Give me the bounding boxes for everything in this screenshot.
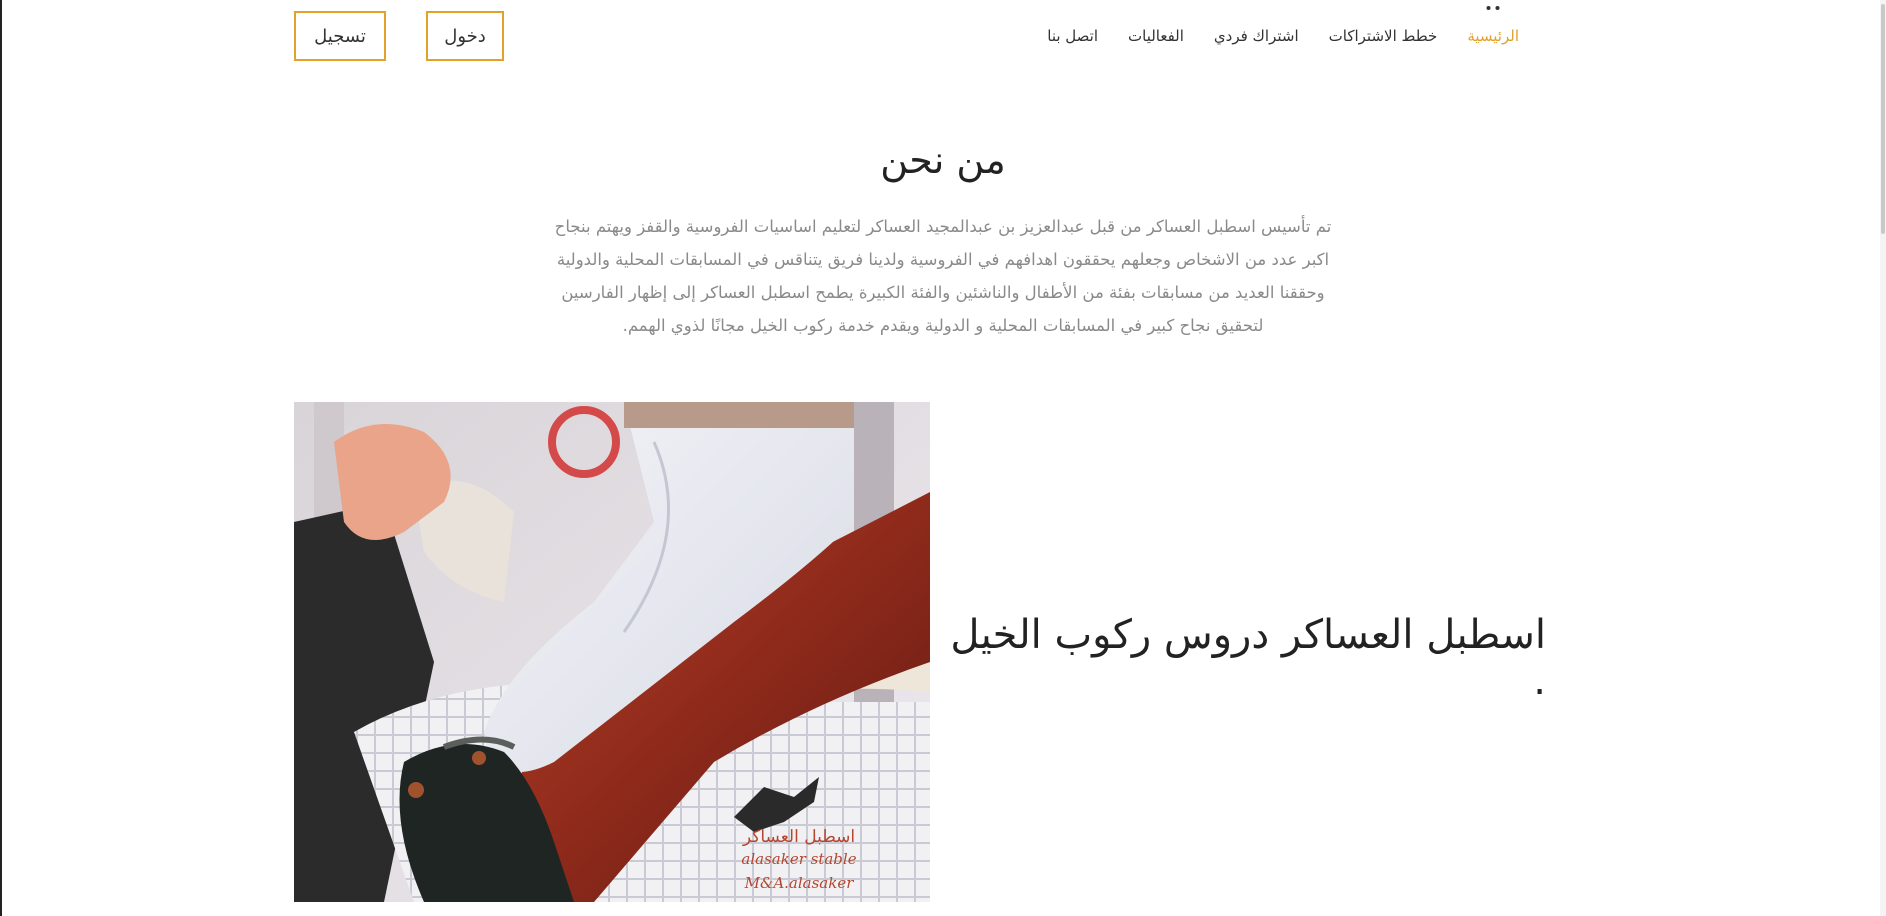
logo-latin-text: alasaker stable — [741, 850, 856, 868]
about-description: تم تأسيس اسطبل العساكر من قبل عبدالعزيز … — [508, 210, 1378, 342]
site-header: الرئيسية خطط الاشتراكات اشتراك فردي الفع… — [0, 0, 1886, 72]
main-nav: الرئيسية خطط الاشتراكات اشتراك فردي الفع… — [1017, 6, 1519, 50]
about-line: تم تأسيس اسطبل العساكر من قبل عبدالعزيز … — [554, 217, 1332, 236]
nav-item-home[interactable]: الرئيسية — [1467, 6, 1519, 50]
nav-item-label: خطط الاشتراكات — [1328, 27, 1438, 45]
riding-saddle-photo: اسطبل العساكر alasaker stable M&A.alasak… — [294, 402, 930, 902]
nav-item-label: اتصل بنا — [1047, 27, 1098, 45]
nav-item-individual-subscription[interactable]: اشتراك فردي — [1214, 22, 1299, 50]
about-title: من نحن — [880, 138, 1006, 182]
logo-initials-text: M&A.alasaker — [744, 874, 855, 892]
riding-saddle-illustration: اسطبل العساكر alasaker stable M&A.alasak… — [294, 402, 930, 902]
active-indicator-dots — [1486, 6, 1500, 10]
feature-heading: اسطبل العساكر دروس ركوب الخيل . — [950, 612, 1546, 704]
login-button[interactable]: دخول — [426, 11, 504, 61]
about-line: لتحقيق نجاح كبير في المسابقات المحلية و … — [622, 316, 1264, 335]
logo-arabic-text: اسطبل العساكر — [742, 827, 855, 847]
nav-item-label: الفعاليات — [1128, 27, 1184, 45]
nav-item-subscription-plans[interactable]: خطط الاشتراكات — [1329, 22, 1438, 50]
nav-item-label: اشتراك فردي — [1213, 27, 1299, 45]
register-button[interactable]: تسجيل — [294, 11, 386, 61]
auth-buttons: تسجيل دخول — [294, 11, 504, 61]
about-line: وحققنا العديد من مسابقات بفئة من الأطفال… — [561, 283, 1325, 302]
about-line: اكبر عدد من الاشخاص وجعلهم يحققون اهدافه… — [556, 250, 1330, 269]
nav-item-label: الرئيسية — [1467, 27, 1519, 45]
nav-item-contact[interactable]: اتصل بنا — [1047, 22, 1098, 50]
nav-item-events[interactable]: الفعاليات — [1128, 22, 1184, 50]
